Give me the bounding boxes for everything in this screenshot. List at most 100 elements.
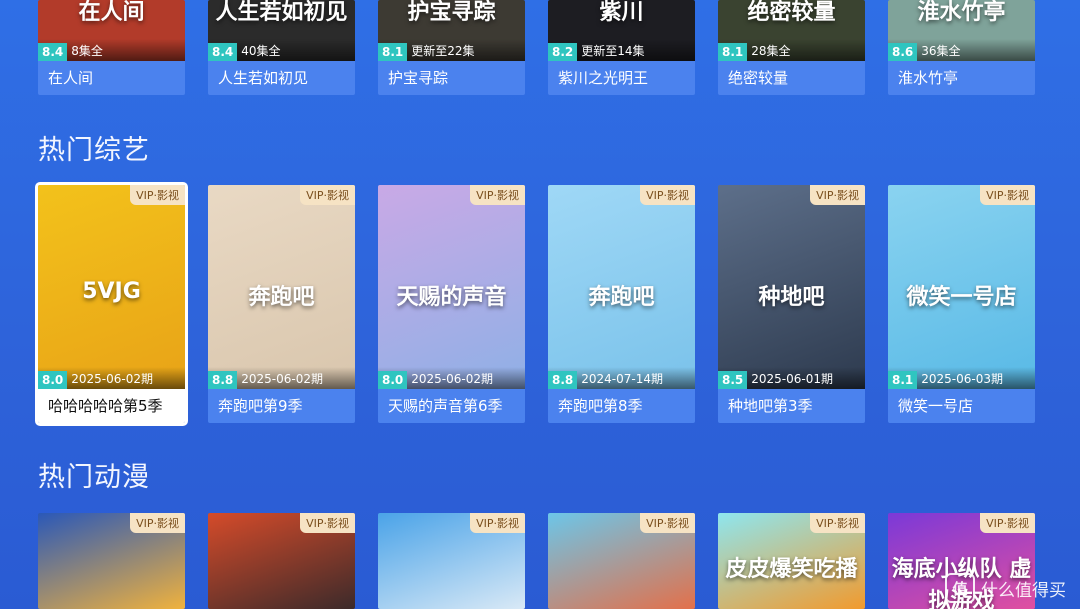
poster-image: 紫川 8.2 更新至14集 <box>548 0 695 61</box>
anime-card[interactable]: VIP·影视 <box>378 513 525 609</box>
rating-badge: 8.6 <box>888 43 918 61</box>
rating-badge: 8.0 <box>378 371 408 389</box>
poster-image: 5VJG VIP·影视 8.0 2025-06-02期 <box>38 185 185 389</box>
rating-badge: 8.2 <box>548 43 578 61</box>
poster-meta: 8.1 28集全 <box>718 39 865 61</box>
poster-title: 淮水竹亭 <box>917 0 1006 25</box>
drama-card[interactable]: 紫川 8.2 更新至14集 紫川之光明王 <box>548 0 695 95</box>
poster-image: VIP·影视 <box>548 513 695 609</box>
poster-title: 种地吧 <box>758 284 825 310</box>
section-title-variety: 热门综艺 <box>38 135 150 166</box>
variety-card[interactable]: 奔跑吧 VIP·影视 8.8 2024-07-14期奔跑吧第8季 <box>548 185 695 423</box>
vip-badge: VIP·影视 <box>980 185 1035 205</box>
poster-image: 人生若如初见 8.4 40集全 <box>208 0 355 61</box>
episode-info: 2025-06-02期 <box>241 372 324 386</box>
poster-title: 奔跑吧 <box>588 284 655 310</box>
watermark: 值 什么值得买 <box>945 573 1066 603</box>
card-title: 紫川之光明王 <box>548 61 695 95</box>
poster-meta: 8.2 更新至14集 <box>548 39 695 61</box>
drama-card[interactable]: 在人间 8.4 8集全 在人间 <box>38 0 185 95</box>
poster-image: VIP·影视 <box>378 513 525 609</box>
watermark-logo: 值 <box>945 573 975 603</box>
poster-title: 微笑一号店 <box>906 284 1017 310</box>
rating-badge: 8.1 <box>718 43 748 61</box>
anime-card[interactable]: VIP·影视 <box>548 513 695 609</box>
card-title: 护宝寻踪 <box>378 61 525 95</box>
poster-image: 奔跑吧 VIP·影视 8.8 2025-06-02期 <box>208 185 355 389</box>
card-title: 种地吧第3季 <box>718 389 865 423</box>
vip-badge: VIP·影视 <box>130 513 185 533</box>
poster-title: 在人间 <box>78 0 145 25</box>
poster-image: 奔跑吧 VIP·影视 8.8 2024-07-14期 <box>548 185 695 389</box>
poster-image: 天赐的声音 VIP·影视 8.0 2025-06-02期 <box>378 185 525 389</box>
rating-badge: 8.4 <box>38 43 68 61</box>
vip-badge: VIP·影视 <box>640 513 695 533</box>
anime-card[interactable]: VIP·影视 <box>208 513 355 609</box>
variety-card[interactable]: 微笑一号店 VIP·影视 8.1 2025-06-03期 微笑一号店 <box>888 185 1035 423</box>
poster-title: 护宝寻踪 <box>407 0 496 25</box>
poster-title: 5VJG <box>82 278 141 304</box>
drama-card[interactable]: 人生若如初见 8.4 40集全 人生若如初见 <box>208 0 355 95</box>
card-title: 奔跑吧第8季 <box>548 389 695 423</box>
episode-info: 更新至22集 <box>411 44 475 58</box>
poster-meta: 8.0 2025-06-02期 <box>38 367 185 389</box>
card-title: 天赐的声音第6季 <box>378 389 525 423</box>
poster-meta: 8.4 8集全 <box>38 39 185 61</box>
card-title: 奔跑吧第9季 <box>208 389 355 423</box>
episode-info: 更新至14集 <box>581 44 645 58</box>
rating-badge: 8.0 <box>38 371 68 389</box>
vip-badge: VIP·影视 <box>980 513 1035 533</box>
episode-info: 2025-06-02期 <box>71 372 154 386</box>
poster-meta: 8.5 2025-06-01期 <box>718 367 865 389</box>
watermark-text: 什么值得买 <box>981 580 1066 601</box>
poster-image: 皮皮爆笑吃播 VIP·影视 <box>718 513 865 609</box>
variety-card[interactable]: 奔跑吧 VIP·影视 8.8 2025-06-02期 奔跑吧第9季 <box>208 185 355 423</box>
anime-card[interactable]: 皮皮爆笑吃播 VIP·影视 <box>718 513 865 609</box>
episode-info: 40集全 <box>241 44 281 58</box>
episode-info: 36集全 <box>921 44 961 58</box>
anime-card[interactable]: VIP·影视 <box>38 513 185 609</box>
card-title: 微笑一号店 <box>888 389 1035 423</box>
poster-meta: 8.8 2025-06-02期 <box>208 367 355 389</box>
rating-badge: 8.1 <box>378 43 408 61</box>
poster-title: 紫川 <box>599 0 644 25</box>
vip-badge: VIP·影视 <box>300 513 355 533</box>
episode-info: 28集全 <box>751 44 791 58</box>
drama-card[interactable]: 淮水竹亭 8.6 36集全 淮水竹亭 <box>888 0 1035 95</box>
variety-card[interactable]: 5VJG VIP·影视 8.0 2025-06-02期 哈哈哈哈哈第5季 <box>35 182 188 426</box>
poster-meta: 8.0 2025-06-02期 <box>378 367 525 389</box>
rating-badge: 8.4 <box>208 43 238 61</box>
vip-badge: VIP·影视 <box>810 513 865 533</box>
variety-card[interactable]: 天赐的声音 VIP·影视 8.0 2025-06-02期 天赐的声音第6季 <box>378 185 525 423</box>
drama-card[interactable]: 护宝寻踪 8.1 更新至22集 护宝寻踪 <box>378 0 525 95</box>
vip-badge: VIP·影视 <box>470 513 525 533</box>
poster-title: 奔跑吧 <box>248 284 315 310</box>
rating-badge: 8.8 <box>548 371 578 389</box>
vip-badge: VIP·影视 <box>130 185 185 205</box>
poster-meta: 8.6 36集全 <box>888 39 1035 61</box>
card-title: 人生若如初见 <box>208 61 355 95</box>
poster-title: 皮皮爆笑吃播 <box>725 557 858 583</box>
poster-meta: 8.1 2025-06-03期 <box>888 367 1035 389</box>
episode-info: 8集全 <box>71 44 103 58</box>
poster-title: 人生若如初见 <box>215 0 348 25</box>
rating-badge: 8.5 <box>718 371 748 389</box>
poster-image: 淮水竹亭 8.6 36集全 <box>888 0 1035 61</box>
poster-meta: 8.4 40集全 <box>208 39 355 61</box>
section-title-anime: 热门动漫 <box>38 462 150 493</box>
drama-card[interactable]: 绝密较量 8.1 28集全 绝密较量 <box>718 0 865 95</box>
vip-badge: VIP·影视 <box>470 185 525 205</box>
poster-image: VIP·影视 <box>38 513 185 609</box>
card-title: 绝密较量 <box>718 61 865 95</box>
poster-title: 绝密较量 <box>747 0 836 25</box>
vip-badge: VIP·影视 <box>640 185 695 205</box>
variety-card[interactable]: 种地吧 VIP·影视 8.5 2025-06-01期 种地吧第3季 <box>718 185 865 423</box>
poster-image: 在人间 8.4 8集全 <box>38 0 185 61</box>
poster-image: VIP·影视 <box>208 513 355 609</box>
episode-info: 2025-06-02期 <box>411 372 494 386</box>
episode-info: 2024-07-14期 <box>581 372 664 386</box>
rating-badge: 8.1 <box>888 371 918 389</box>
episode-info: 2025-06-03期 <box>921 372 1004 386</box>
poster-image: 种地吧 VIP·影视 8.5 2025-06-01期 <box>718 185 865 389</box>
poster-image: 绝密较量 8.1 28集全 <box>718 0 865 61</box>
